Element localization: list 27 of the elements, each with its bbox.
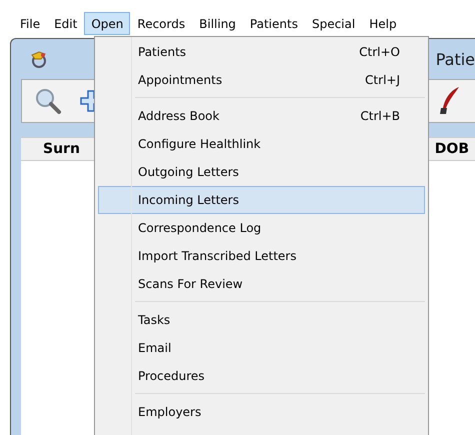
menu-bar-item[interactable]: Special	[304, 12, 362, 35]
menu-bar-item[interactable]: Records	[130, 12, 192, 35]
menu-item[interactable]: Import Transcribed Letters	[98, 242, 425, 270]
menu-bar-item[interactable]: Patients	[242, 12, 305, 35]
menu-item[interactable]: Incoming Letters	[98, 186, 425, 214]
menu-bar-item[interactable]: Edit	[47, 12, 84, 35]
menu-item[interactable]: Appointments Ctrl+J	[98, 66, 425, 94]
menu-item[interactable]: Correspondence Log	[98, 214, 425, 242]
menu-item[interactable]: Email	[98, 334, 425, 362]
menu-item[interactable]: Scans For Review	[98, 270, 425, 298]
app-logo-icon	[29, 49, 49, 69]
menu-bar-item[interactable]: Billing	[192, 12, 243, 35]
menu-item[interactable]: Configure Healthlink	[98, 130, 425, 158]
menu-bar-item[interactable]: Help	[362, 12, 404, 35]
column-header[interactable]: DOB	[434, 141, 469, 157]
menu-item[interactable]: Outgoing Letters	[98, 158, 425, 186]
menu-item[interactable]: Procedures	[98, 362, 425, 390]
window-title: Patie	[436, 50, 475, 68]
column-header[interactable]: Surn	[43, 141, 80, 157]
menu-bar-item[interactable]: Open	[84, 12, 130, 35]
menu-item[interactable]: Patients Ctrl+O	[98, 38, 425, 66]
search-icon[interactable]	[34, 87, 62, 115]
menu-bar-item[interactable]: File	[13, 12, 48, 35]
menu-item[interactable]: Tasks	[98, 306, 425, 334]
menu-item[interactable]: Address Book Ctrl+B	[98, 102, 425, 130]
menu-item[interactable]: Employers	[98, 398, 425, 426]
quill-pen-icon[interactable]	[437, 86, 461, 116]
